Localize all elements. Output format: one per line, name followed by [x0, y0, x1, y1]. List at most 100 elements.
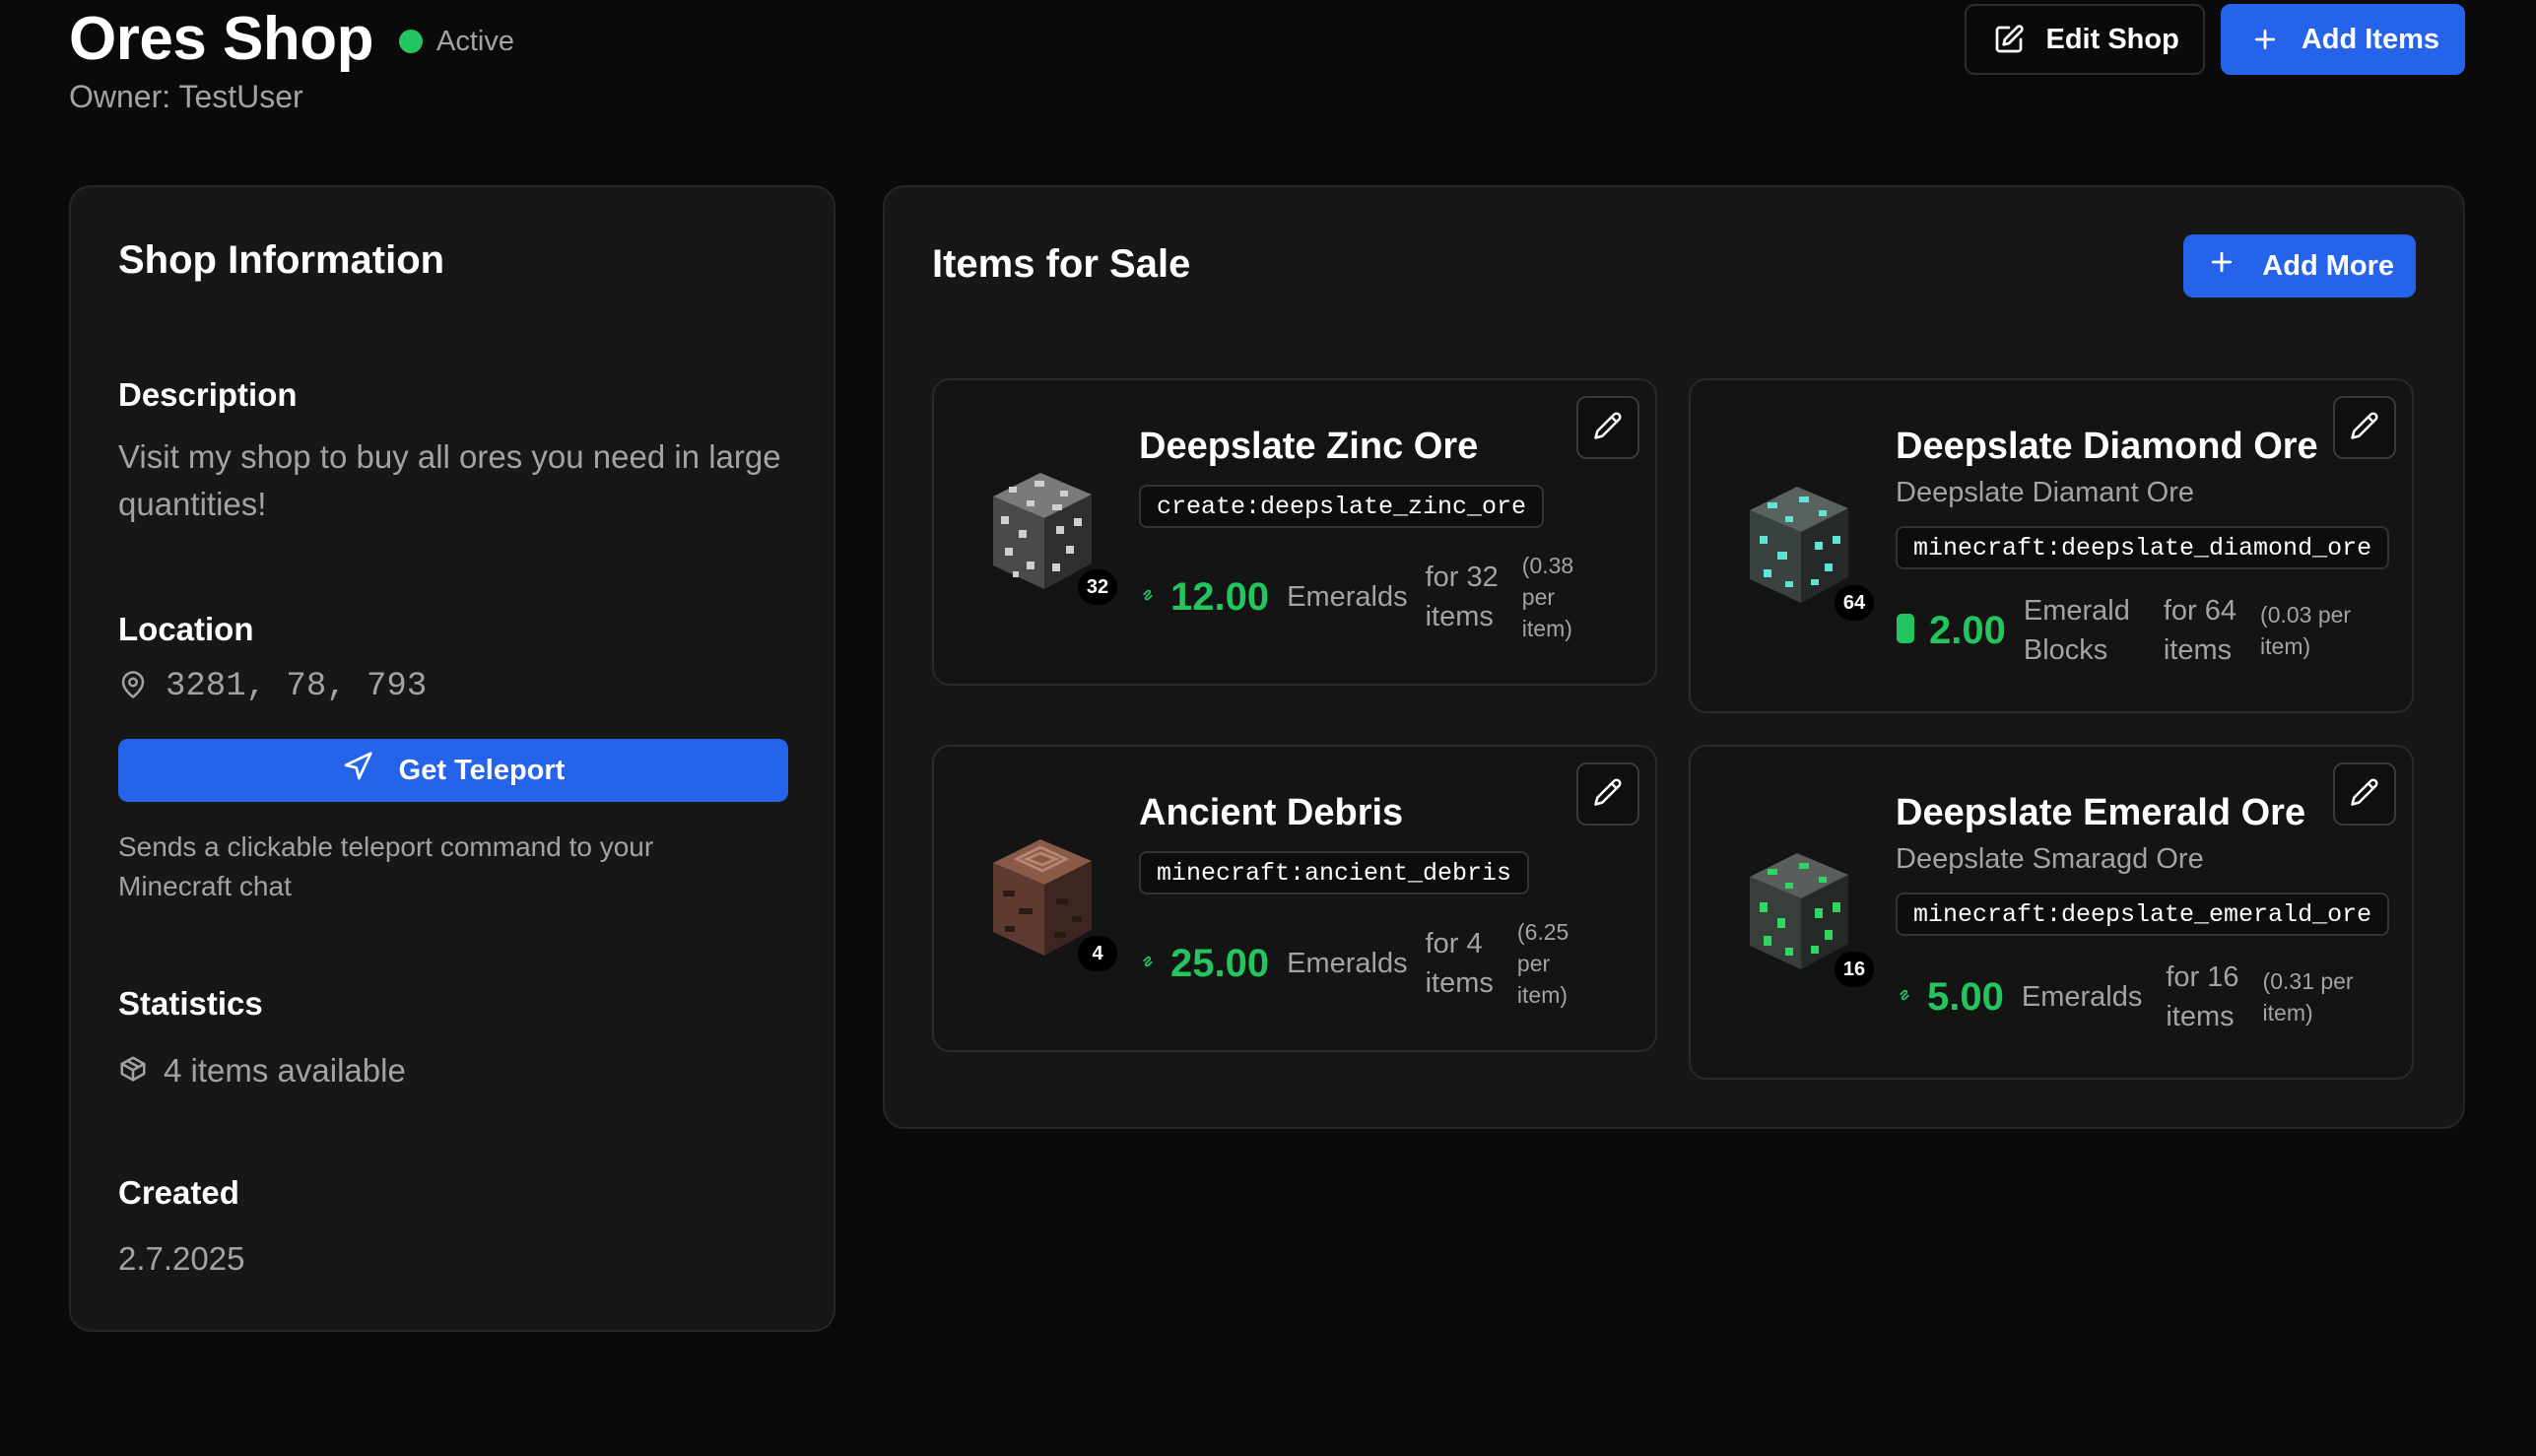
send-icon — [342, 751, 373, 790]
currency-name: Emeralds — [1287, 948, 1408, 979]
item-alt-name: Deepslate Diamant Ore — [1896, 477, 2195, 508]
plus-icon — [2207, 247, 2236, 285]
edit-square-icon — [1992, 23, 2026, 56]
header-actions: Edit Shop Add Items — [1965, 4, 2465, 75]
currency-name-line: Emerald — [2023, 595, 2130, 627]
owner-label: Owner: TestUser — [69, 79, 303, 114]
package-icon — [118, 1054, 148, 1089]
price-per-item: (6.25 per item) — [1517, 916, 1568, 1011]
item-id: create:deepslate_zinc_ore — [1139, 485, 1545, 528]
pencil-icon — [1593, 411, 1623, 445]
description-line: Visit my shop to buy all ores you need i… — [118, 438, 781, 475]
add-more-button[interactable]: Add More — [2183, 234, 2416, 298]
item-card: 4 Ancient Debris minecraft:ancient_debri… — [932, 745, 1657, 1052]
location-coordinates: 3281, 78, 793 — [166, 668, 428, 705]
price-quantity-line: for 64 — [2163, 595, 2237, 627]
price-per-item-line: per — [1521, 584, 1556, 610]
shop-page: Ores Shop Active Owner: TestUser Edit Sh… — [0, 0, 2536, 1456]
teleport-note: Sends a clickable teleport command to yo… — [118, 827, 749, 906]
plus-icon — [2248, 23, 2282, 56]
map-pin-icon — [118, 670, 148, 704]
edit-item-button[interactable] — [2333, 762, 2396, 826]
price-per-item-line: item) — [2262, 1000, 2313, 1026]
price-per-item: (0.03 per item) — [2260, 599, 2351, 662]
emerald-icon — [1139, 953, 1157, 975]
price-value: 25.00 — [1170, 941, 1270, 985]
page-header: Ores Shop Active Owner: TestUser Edit Sh… — [69, 0, 2465, 128]
price-per-item-line: per — [1516, 951, 1551, 976]
shop-information-title: Shop Information — [118, 238, 445, 282]
item-card: 64 Deepslate Diamond Ore Deepslate Diama… — [1689, 378, 2414, 713]
add-items-label: Add Items — [2301, 23, 2439, 55]
edit-item-button[interactable] — [1576, 396, 1639, 459]
item-name: Deepslate Zinc Ore — [1139, 426, 1479, 467]
currency-name: Emerald Blocks — [2024, 591, 2130, 670]
statistics-row: 4 items available — [118, 1052, 406, 1090]
edit-shop-label: Edit Shop — [2045, 23, 2179, 55]
price-per-item-line: (6.25 — [1516, 919, 1569, 945]
price-quantity-line: items — [1425, 601, 1494, 632]
description-text: Visit my shop to buy all ores you need i… — [118, 433, 781, 528]
item-name: Deepslate Emerald Ore — [1896, 792, 2306, 833]
add-more-label: Add More — [2262, 249, 2394, 282]
currency-name: Emeralds — [1287, 581, 1408, 613]
status-text: Active — [436, 25, 514, 57]
page-title: Ores Shop — [69, 5, 374, 73]
item-id: minecraft:ancient_debris — [1139, 851, 1530, 894]
edit-shop-button[interactable]: Edit Shop — [1965, 4, 2205, 75]
price-per-item-line: (0.31 per — [2262, 968, 2354, 994]
price-per-item: (0.31 per item) — [2263, 965, 2354, 1028]
description-label: Description — [118, 376, 298, 413]
currency-name-line: Blocks — [2023, 634, 2108, 666]
description-line: quantities! — [118, 486, 267, 522]
items-available-text: 4 items available — [164, 1052, 406, 1089]
created-date: 2.7.2025 — [118, 1240, 245, 1277]
price-row: 12.00 Emeralds for 32 items (0.38 per it… — [1139, 550, 1573, 644]
item-card: 32 Deepslate Zinc Ore create:deepslate_z… — [932, 378, 1657, 686]
emerald-icon — [1896, 986, 1913, 1009]
currency-name: Emeralds — [2021, 981, 2143, 1013]
status-dot-icon — [399, 30, 424, 53]
price-quantity: for 64 items — [2164, 591, 2236, 670]
item-id: minecraft:deepslate_emerald_ore — [1896, 893, 2390, 936]
price-per-item-line: item) — [1516, 982, 1568, 1008]
price-row: 25.00 Emeralds for 4 items (6.25 per ite… — [1139, 916, 1568, 1011]
location-label: Location — [118, 611, 254, 647]
price-per-item-line: (0.38 — [1521, 553, 1574, 578]
price-per-item-line: (0.03 per — [2260, 602, 2352, 628]
title-row: Ores Shop Active — [69, 2, 514, 77]
price-quantity-line: items — [1425, 967, 1494, 999]
get-teleport-button[interactable]: Get Teleport — [118, 739, 788, 802]
price-per-item-line: item) — [2260, 633, 2311, 659]
quantity-badge: 16 — [1835, 952, 1874, 987]
price-quantity-line: for 16 — [2166, 961, 2239, 993]
quantity-badge: 4 — [1078, 936, 1117, 971]
item-alt-name: Deepslate Smaragd Ore — [1896, 843, 2204, 875]
price-quantity-line: items — [2166, 1001, 2235, 1032]
add-items-button[interactable]: Add Items — [2220, 4, 2465, 75]
emerald-icon — [1139, 586, 1157, 609]
get-teleport-label: Get Teleport — [398, 754, 566, 786]
price-quantity: for 32 items — [1426, 558, 1499, 636]
teleport-note-line: Minecraft chat — [118, 871, 292, 901]
quantity-badge: 32 — [1078, 569, 1117, 605]
price-quantity-line: for 32 — [1425, 562, 1499, 593]
price-row: 2.00 Emerald Blocks for 64 items (0.03 p… — [1896, 591, 2351, 670]
location-row: 3281, 78, 793 — [118, 668, 427, 705]
status-badge: Active — [399, 26, 514, 58]
item-name: Ancient Debris — [1139, 792, 1404, 833]
pencil-icon — [2350, 777, 2379, 812]
price-value: 2.00 — [1929, 608, 2006, 652]
item-card: 16 Deepslate Emerald Ore Deepslate Smara… — [1689, 745, 2414, 1080]
price-quantity-line: for 4 — [1425, 928, 1483, 960]
items-for-sale-card: Items for Sale Add More 32 Deepslate Zin… — [883, 185, 2465, 1129]
emerald-block-icon — [1896, 613, 1915, 649]
edit-item-button[interactable] — [2333, 396, 2396, 459]
item-id: minecraft:deepslate_diamond_ore — [1896, 526, 2390, 569]
price-per-item-line: item) — [1521, 616, 1572, 641]
created-label: Created — [118, 1174, 239, 1211]
statistics-label: Statistics — [118, 985, 263, 1022]
teleport-note-line: Sends a clickable teleport command to yo… — [118, 831, 654, 862]
edit-item-button[interactable] — [1576, 762, 1639, 826]
price-value: 12.00 — [1170, 574, 1270, 619]
